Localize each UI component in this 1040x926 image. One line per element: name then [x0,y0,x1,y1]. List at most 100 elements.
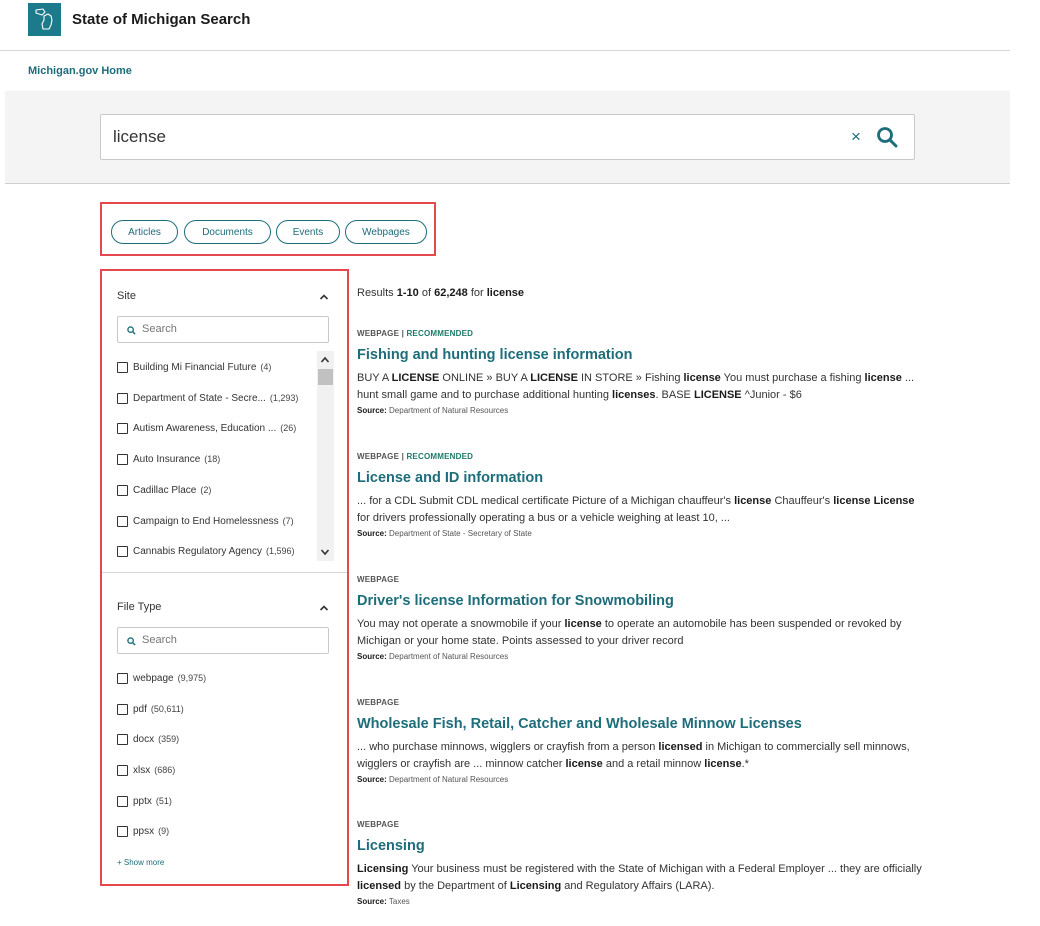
result-snippet: ... who purchase minnows, wigglers or cr… [357,741,910,770]
show-more-link[interactable]: + Show more [117,858,164,867]
result-type-label: WEBPAGE [357,820,927,832]
result-source: Source: Taxes [357,897,927,906]
source-label: Source: [357,897,387,906]
clear-search-button[interactable]: × [847,127,865,147]
source-label: Source: [357,406,387,415]
site-search-field [117,316,329,343]
file-type-option[interactable]: pdf (50,611) [117,702,184,716]
result-snippet: Licensing Your business must be register… [357,863,922,892]
search-result: WEBPAGE | RECOMMENDED License and ID info… [357,452,927,538]
source-label: Source: [357,775,387,784]
file-type-search-field [117,627,329,654]
search-icon [127,637,136,646]
source-label: Source: [357,529,387,538]
source-value: Department of Natural Resources [389,406,509,415]
result-source: Source: Department of Natural Resources [357,775,927,784]
search-result: WEBPAGE Wholesale Fish, Retail, Catcher a… [357,698,927,784]
chevron-up-icon[interactable] [319,292,329,302]
search-input[interactable] [113,125,813,149]
result-snippet: ... for a CDL Submit CDL medical certifi… [357,495,915,524]
source-label: Source: [357,652,387,661]
checkbox[interactable] [117,795,128,807]
source-value: Department of State - Secretary of State [389,529,532,538]
checkbox[interactable] [117,515,128,527]
checkbox[interactable] [117,764,128,776]
search-band: × [5,91,1010,184]
site-search-input[interactable] [142,323,322,335]
search-result: WEBPAGE Driver's license Information for … [357,575,927,661]
file-type-option[interactable]: ppsx (9) [117,824,169,838]
checkbox[interactable] [117,484,128,496]
result-type-label: WEBPAGE | RECOMMENDED [357,329,927,341]
checkbox[interactable] [117,672,128,684]
site-option[interactable]: Autism Awareness, Education ... (26) [117,421,296,435]
result-title-link[interactable]: License and ID information [357,470,927,490]
chip-documents[interactable]: Documents [184,220,271,244]
michigan-logo-icon[interactable] [28,3,61,36]
source-value: Department of Natural Resources [389,775,509,784]
chevron-up-icon[interactable] [319,603,329,613]
site-option[interactable]: Cadillac Place (2) [117,483,211,497]
file-type-facet-title: File Type [117,601,162,613]
facet-divider [102,572,347,573]
result-title-link[interactable]: Fishing and hunting license information [357,347,927,367]
result-type: WEBPAGE [357,575,400,584]
result-snippet: You may not operate a snowmobile if your… [357,618,902,647]
result-type-label: WEBPAGE | RECOMMENDED [357,452,927,464]
checkbox[interactable] [117,825,128,837]
recommended-badge: RECOMMENDED [406,329,474,338]
result-title-link[interactable]: Licensing [357,838,927,858]
result-type: WEBPAGE [357,820,400,829]
checkbox[interactable] [117,392,128,404]
checkbox[interactable] [117,703,128,715]
site-list-scrollbar[interactable] [317,351,334,561]
site-option[interactable]: Auto Insurance (18) [117,452,220,466]
site-option[interactable]: Department of State - Secre... (1,293) [117,391,298,405]
file-type-search-input[interactable] [142,634,322,646]
file-type-option[interactable]: docx (359) [117,732,179,746]
site-option[interactable]: Cannabis Regulatory Agency (1,596) [117,544,295,558]
filters-sidebar: Site Building Mi Financial Future(4) Dep… [100,269,349,886]
content-type-filters: Articles Documents Events Webpages [100,202,436,256]
scroll-up-arrow-icon[interactable] [320,355,330,365]
result-type-label: WEBPAGE [357,698,927,710]
source-value: Taxes [388,897,410,906]
file-type-option[interactable]: xlsx (686) [117,763,175,777]
search-icon [877,127,898,148]
site-title: State of Michigan Search [72,11,251,28]
checkbox[interactable] [117,361,128,373]
search-box: × [100,114,915,160]
site-option[interactable]: Campaign to End Homelessness (7) [117,514,294,528]
chip-events[interactable]: Events [276,220,340,244]
result-source: Source: Department of State - Secretary … [357,529,927,538]
recommended-badge: RECOMMENDED [406,452,474,461]
search-button[interactable] [875,125,901,151]
checkbox[interactable] [117,422,128,434]
search-result: WEBPAGE Licensing Licensing Your business … [357,820,927,906]
file-type-option[interactable]: pptx (51) [117,794,172,808]
scrollbar-thumb[interactable] [318,369,333,385]
chip-webpages[interactable]: Webpages [345,220,427,244]
site-facet-title: Site [117,290,136,302]
michigan-gov-home-link[interactable]: Michigan.gov Home [28,65,132,77]
result-type: WEBPAGE [357,698,400,707]
results-summary: Results 1-10 of 62,248 for license [357,287,525,299]
result-title-link[interactable]: Wholesale Fish, Retail, Catcher and Whol… [357,716,927,736]
scroll-down-arrow-icon[interactable] [320,547,330,557]
result-snippet: BUY A LICENSE ONLINE » BUY A LICENSE IN … [357,372,915,401]
result-source: Source: Department of Natural Resources [357,406,927,415]
result-type-label: WEBPAGE [357,575,927,587]
search-result: WEBPAGE | RECOMMENDED Fishing and hunting… [357,329,927,415]
site-option[interactable]: Building Mi Financial Future (4) [117,360,271,374]
site-header: State of Michigan Search [0,0,1010,51]
checkbox[interactable] [117,733,128,745]
result-type: WEBPAGE [357,329,400,338]
file-type-option[interactable]: webpage (9,975) [117,671,206,685]
result-title-link[interactable]: Driver's license Information for Snowmob… [357,593,927,613]
chip-articles[interactable]: Articles [111,220,178,244]
search-icon [127,326,136,335]
source-value: Department of Natural Resources [389,652,509,661]
checkbox[interactable] [117,453,128,465]
checkbox[interactable] [117,545,128,557]
result-source: Source: Department of Natural Resources [357,652,927,661]
